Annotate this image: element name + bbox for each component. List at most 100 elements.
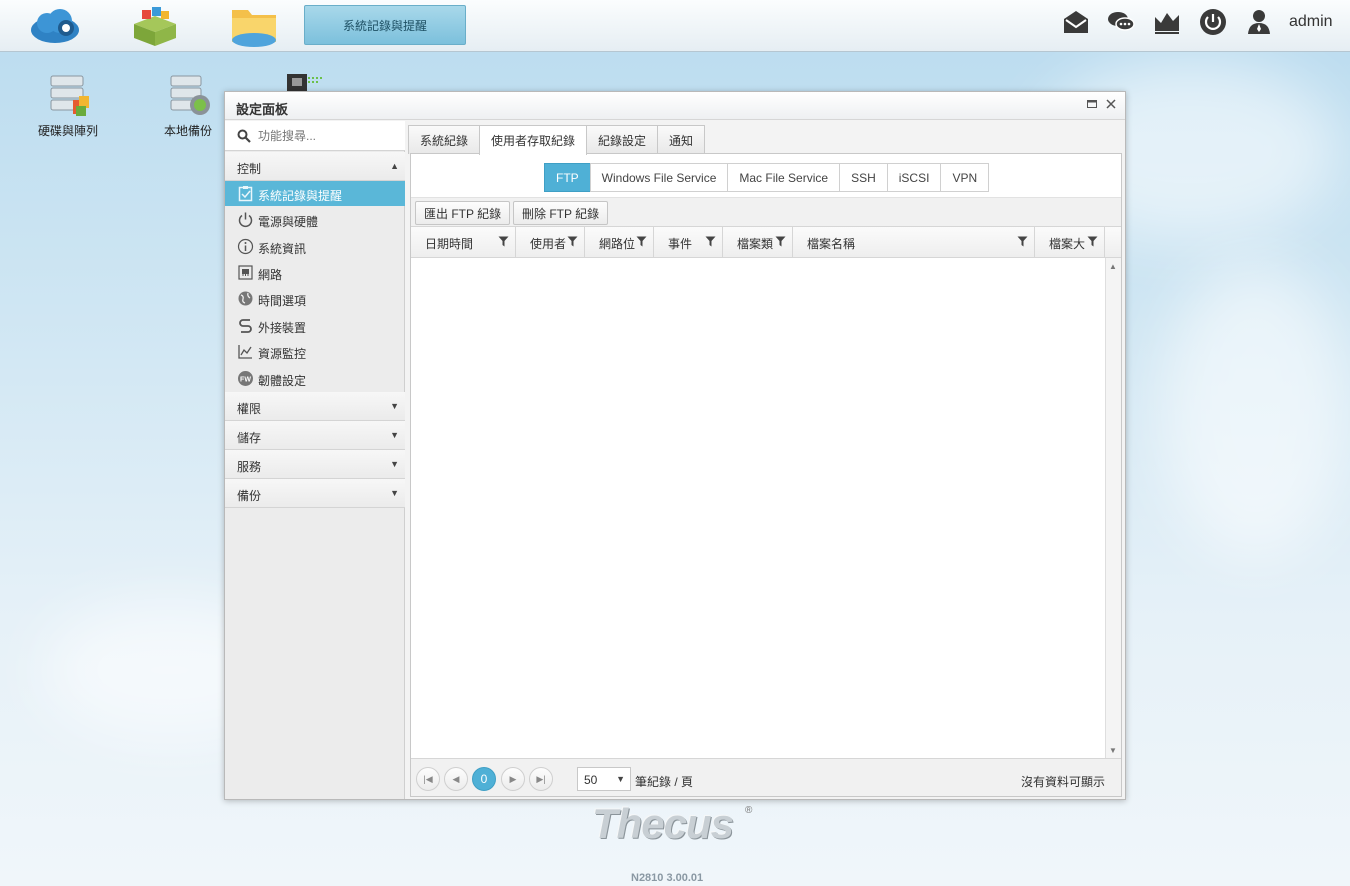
grid-toolbar: 匯出 FTP 紀錄 刪除 FTP 紀錄	[411, 197, 1121, 227]
section-permission[interactable]: 權限 ▼	[225, 392, 405, 421]
desktop-icon-network-partial[interactable]	[284, 72, 328, 92]
sidebar-item-resource-monitor[interactable]: 資源監控	[225, 339, 405, 364]
scroll-up-icon[interactable]: ▲	[1109, 262, 1117, 271]
collapse-arrow-icon: ▲	[390, 161, 399, 171]
column-label: 檔案大	[1049, 237, 1085, 251]
filter-icon[interactable]	[775, 236, 786, 247]
desktop-icon-disk-raid[interactable]: 硬碟與陣列	[28, 72, 108, 139]
section-label: 服務	[237, 460, 262, 474]
section-storage[interactable]: 儲存 ▼	[225, 421, 405, 450]
page-size-select[interactable]: 50 ▼	[577, 767, 631, 791]
sidebar-item-external-device[interactable]: 外接裝置	[225, 313, 405, 338]
local-backup-icon	[170, 75, 210, 115]
column-label: 日期時間	[425, 237, 474, 251]
section-control[interactable]: 控制 ▲	[225, 152, 405, 181]
sidebar-item-system-log[interactable]: 系統記錄與提醒	[225, 181, 405, 206]
per-page-label: 筆紀錄 / 頁	[635, 775, 694, 789]
column-user[interactable]: 使用者	[516, 227, 585, 258]
column-label: 網路位	[599, 237, 635, 251]
tab-user-access-log[interactable]: 使用者存取紀錄	[479, 125, 588, 155]
settings-window: 設定面板 控制 ▲ 系統記錄與提醒 電源與硬體 系統資訊	[224, 91, 1126, 800]
subtab-ftp[interactable]: FTP	[544, 163, 591, 192]
sidebar-item-power-hardware[interactable]: 電源與硬體	[225, 207, 405, 232]
search-icon	[237, 129, 251, 143]
task-button-system-log[interactable]: 系統記錄與提醒	[304, 5, 466, 45]
export-ftp-log-button[interactable]: 匯出 FTP 紀錄	[415, 201, 511, 225]
close-icon[interactable]	[1104, 98, 1118, 112]
disk-array-icon	[50, 75, 89, 116]
usb-icon	[239, 319, 252, 333]
page-size-value: 50	[584, 773, 598, 787]
scroll-down-icon[interactable]: ▼	[1109, 746, 1117, 755]
search-input[interactable]	[258, 126, 398, 146]
firmware-icon: FW	[238, 371, 253, 386]
subtab-vpn[interactable]: VPN	[940, 163, 990, 192]
globe-icon	[238, 291, 253, 306]
desktop-icon-label: 本地備份	[163, 124, 212, 138]
grid-body[interactable]	[411, 258, 1105, 758]
section-backup[interactable]: 備份 ▼	[225, 479, 405, 508]
subtab-mac-file-service[interactable]: Mac File Service	[727, 163, 841, 192]
filter-icon[interactable]	[498, 236, 509, 247]
column-file-name[interactable]: 檔案名稱	[793, 227, 1035, 258]
cloud-app-icon[interactable]	[28, 4, 82, 48]
current-page-button[interactable]: 0	[472, 767, 496, 791]
subtab-windows-file-service[interactable]: Windows File Service	[589, 163, 729, 192]
tab-panel: FTP Windows File Service Mac File Servic…	[410, 153, 1122, 797]
network-icon	[238, 265, 253, 280]
file-center-icon[interactable]	[228, 4, 282, 48]
brand-logo: Thecus	[592, 800, 734, 847]
username-label[interactable]: admin	[1289, 13, 1333, 31]
section-service[interactable]: 服務 ▼	[225, 450, 405, 479]
section-label: 儲存	[237, 431, 262, 445]
filter-icon[interactable]	[1087, 236, 1098, 247]
mail-icon[interactable]	[1061, 7, 1091, 37]
column-event[interactable]: 事件	[654, 227, 723, 258]
protocol-tabs: FTP Windows File Service Mac File Servic…	[544, 163, 990, 192]
expand-arrow-icon: ▼	[390, 401, 399, 411]
desktop-icon-local-backup[interactable]: 本地備份	[148, 72, 228, 139]
subtab-ssh[interactable]: SSH	[839, 163, 888, 192]
chat-icon[interactable]	[1106, 7, 1136, 37]
column-file-size[interactable]: 檔案大	[1035, 227, 1105, 258]
filter-icon[interactable]	[705, 236, 716, 247]
sidebar-item-time[interactable]: 時間選項	[225, 286, 405, 311]
sidebar-item-label: 電源與硬體	[258, 215, 319, 229]
window-titlebar[interactable]: 設定面板	[225, 92, 1125, 120]
last-page-icon[interactable]: ▶|	[529, 767, 553, 791]
taskbar: 系統記錄與提醒 admin	[0, 0, 1350, 52]
monitor-graph-icon[interactable]	[1152, 7, 1182, 37]
tab-bar: 系統紀錄 使用者存取紀錄 紀錄設定 通知	[408, 125, 706, 155]
tab-system-log[interactable]: 系統紀錄	[408, 125, 481, 154]
app-center-icon[interactable]	[128, 4, 182, 48]
shutdown-icon[interactable]	[1198, 7, 1228, 37]
sidebar-item-label: 外接裝置	[258, 321, 307, 335]
user-icon[interactable]	[1244, 7, 1274, 37]
sidebar-item-label: 資源監控	[258, 347, 307, 361]
sidebar-item-system-info[interactable]: 系統資訊	[225, 234, 405, 259]
registered-mark: ®	[745, 805, 753, 816]
no-data-status: 沒有資料可顯示	[1020, 775, 1105, 789]
column-datetime[interactable]: 日期時間	[411, 227, 516, 258]
column-network-address[interactable]: 網路位	[585, 227, 654, 258]
sidebar-item-firmware[interactable]: FW 韌體設定	[225, 366, 405, 391]
filter-icon[interactable]	[1017, 236, 1028, 247]
subtab-iscsi[interactable]: iSCSI	[886, 163, 942, 192]
window-title: 設定面板	[236, 102, 289, 117]
column-file-type[interactable]: 檔案類	[723, 227, 793, 258]
first-page-icon[interactable]: |◀	[416, 767, 440, 791]
info-icon	[237, 238, 254, 255]
delete-ftp-log-button[interactable]: 刪除 FTP 紀錄	[513, 201, 609, 225]
tab-notification[interactable]: 通知	[657, 125, 706, 154]
tab-log-settings[interactable]: 紀錄設定	[586, 125, 659, 154]
next-page-icon[interactable]: ▶	[501, 767, 525, 791]
svg-text:FW: FW	[240, 377, 251, 384]
vertical-scrollbar[interactable]: ▲ ▼	[1105, 258, 1121, 758]
sidebar-item-network[interactable]: 網路	[225, 260, 405, 285]
prev-page-icon[interactable]: ◀	[444, 767, 468, 791]
filter-icon[interactable]	[636, 236, 647, 247]
log-icon	[238, 186, 253, 202]
filter-icon[interactable]	[567, 236, 578, 247]
maximize-icon[interactable]	[1085, 98, 1099, 112]
version-label: N2810 3.00.01	[631, 872, 704, 884]
